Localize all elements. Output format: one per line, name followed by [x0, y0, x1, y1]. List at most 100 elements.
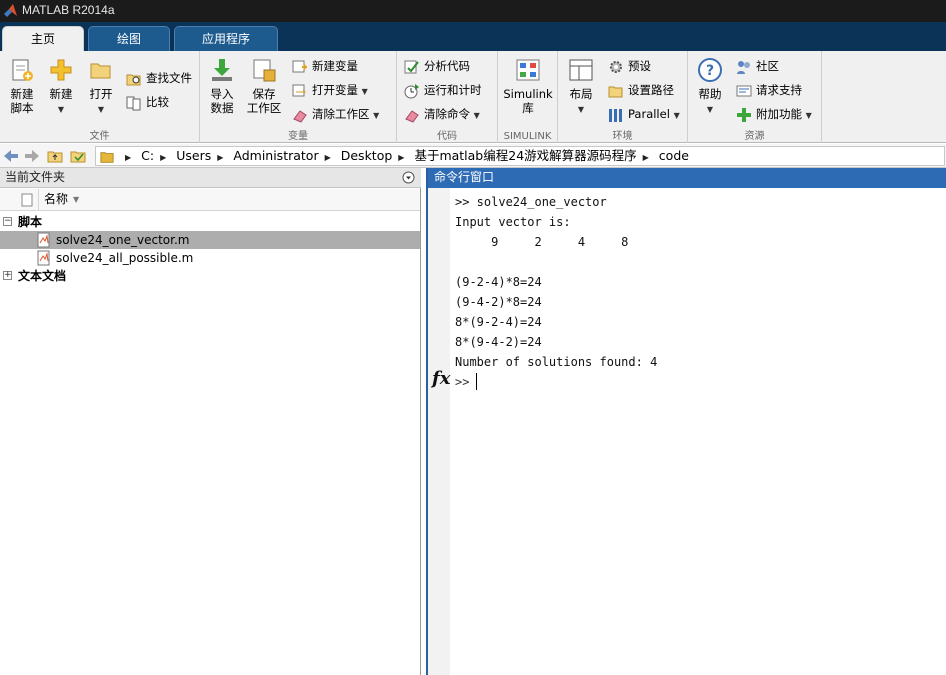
current-folder-panel: 当前文件夹 名称 ▼ − 脚本 solve24_one_vector.m sol…: [0, 168, 421, 675]
output-line: Input vector is:: [455, 215, 571, 229]
find-files-icon: [126, 74, 141, 85]
set-path-icon: [608, 86, 623, 97]
current-folder-header: 当前文件夹: [0, 168, 421, 188]
breadcrumb-separator-icon[interactable]: ▶: [640, 149, 652, 165]
clear-commands-label: 清除命令: [424, 107, 470, 121]
output-line: (9-4-2)*8=24: [455, 295, 542, 309]
back-arrow-icon[interactable]: [3, 148, 19, 164]
preferences-label: 预设: [628, 59, 651, 73]
request-support-label: 请求支持: [756, 83, 802, 97]
new-variable-label: 新建变量: [312, 59, 358, 73]
breadcrumb-separator-icon[interactable]: ▶: [157, 149, 169, 165]
breadcrumb[interactable]: ▶ C: ▶ Users ▶ Administrator ▶ Desktop ▶ 基于m…: [95, 146, 945, 166]
breadcrumb-separator-icon[interactable]: ▶: [214, 149, 226, 165]
output-line: 8*(9-2-4)=24: [455, 315, 542, 329]
clear-workspace-dropdown-icon[interactable]: ▼: [373, 111, 379, 120]
file-type-column-icon: [21, 193, 33, 207]
analyze-code-label: 分析代码: [424, 59, 470, 73]
browse-folder-icon[interactable]: [70, 148, 86, 164]
open-button[interactable]: 打开 ▼: [84, 57, 118, 117]
open-variable-dropdown-icon[interactable]: ▼: [362, 87, 368, 96]
parallel-dropdown-icon[interactable]: ▼: [674, 111, 680, 120]
ribbon: 新建 脚本 新建 ▼ 打开 ▼ 查找文件 比较 文件 导入 数据 保存 工作区 新建…: [0, 51, 946, 143]
add-ons-button[interactable]: 附加功能 ▼: [736, 104, 812, 124]
parallel-button[interactable]: Parallel ▼: [608, 104, 680, 124]
clear-workspace-button[interactable]: 清除工作区 ▼: [292, 104, 379, 124]
breadcrumb-separator-icon[interactable]: ▶: [322, 149, 334, 165]
ribbon-tab-bar: 主页 绘图 应用程序: [0, 22, 946, 51]
function-browser-fx-icon[interactable]: fx: [432, 368, 450, 389]
import-data-label: 导入 数据: [210, 87, 234, 115]
community-button[interactable]: 社区: [736, 56, 779, 76]
breadcrumb-separator-icon[interactable]: ▶: [122, 149, 134, 165]
new-variable-button[interactable]: 新建变量: [292, 56, 358, 76]
folder-icon: [100, 151, 114, 163]
simulink-group: Simulink 库 SIMULINK: [498, 51, 558, 143]
clear-commands-dropdown-icon[interactable]: ▼: [474, 111, 480, 120]
tree-group-scripts[interactable]: − 脚本: [0, 213, 420, 231]
breadcrumb-c[interactable]: C:: [138, 147, 157, 165]
command-window-title: 命令行窗口: [434, 170, 495, 184]
breadcrumb-administrator[interactable]: Administrator: [230, 147, 321, 165]
folder-open-icon: [90, 63, 111, 79]
text-cursor: [476, 373, 477, 390]
preferences-button[interactable]: 预设: [608, 56, 651, 76]
command-prompt[interactable]: >>: [455, 374, 469, 390]
forward-arrow-icon[interactable]: [24, 148, 40, 164]
compare-button[interactable]: 比较: [126, 92, 169, 112]
set-path-button[interactable]: 设置路径: [608, 80, 674, 100]
tab-plots[interactable]: 绘图: [88, 26, 170, 51]
breadcrumb-project-folder[interactable]: 基于matlab编程24游戏解算器源码程序: [411, 147, 639, 165]
run-and-time-button[interactable]: 运行和计时: [404, 80, 482, 100]
new-script-label: 新建 脚本: [10, 87, 34, 115]
compare-icon: [126, 96, 141, 110]
import-data-button[interactable]: 导入 数据: [206, 57, 238, 115]
breadcrumb-desktop[interactable]: Desktop: [338, 147, 396, 165]
clear-workspace-icon: [293, 109, 307, 123]
file-name: solve24_one_vector.m: [56, 233, 190, 247]
column-header[interactable]: 名称 ▼: [0, 189, 420, 211]
simulink-library-button[interactable]: Simulink 库: [502, 57, 554, 115]
add-ons-dropdown-icon[interactable]: ▼: [806, 111, 812, 120]
layout-button[interactable]: 布局 ▼: [564, 57, 598, 117]
file-group: 新建 脚本 新建 ▼ 打开 ▼ 查找文件 比较 文件: [0, 51, 200, 143]
command-window-panel: 命令行窗口 >> solve24_one_vector Input vector…: [426, 168, 946, 675]
help-dropdown-icon[interactable]: ▼: [707, 105, 713, 114]
tab-apps[interactable]: 应用程序: [174, 26, 278, 51]
open-variable-button[interactable]: 打开变量 ▼: [292, 80, 368, 100]
output-line: 9 2 4 8: [455, 235, 629, 249]
open-dropdown-icon[interactable]: ▼: [98, 105, 104, 114]
analyze-code-button[interactable]: 分析代码: [404, 56, 470, 76]
layout-dropdown-icon[interactable]: ▼: [578, 105, 584, 114]
file-item[interactable]: solve24_all_possible.m: [0, 249, 420, 267]
new-script-button[interactable]: 新建 脚本: [4, 57, 40, 115]
new-button[interactable]: 新建 ▼: [44, 57, 78, 117]
gear-icon: [610, 60, 622, 73]
collapse-icon[interactable]: −: [3, 217, 12, 226]
output-line: 8*(9-4-2)=24: [455, 335, 542, 349]
tree-group-label: 脚本: [18, 215, 43, 229]
breadcrumb-separator-icon[interactable]: ▶: [395, 149, 407, 165]
community-label: 社区: [756, 59, 779, 73]
breadcrumb-code[interactable]: code: [656, 147, 692, 165]
new-dropdown-icon[interactable]: ▼: [58, 105, 64, 114]
name-column-label[interactable]: 名称: [44, 189, 68, 210]
save-workspace-button[interactable]: 保存 工作区: [244, 57, 284, 115]
up-folder-icon[interactable]: [47, 148, 63, 164]
find-files-button[interactable]: 查找文件: [126, 68, 192, 88]
m-file-icon: [37, 232, 50, 248]
request-support-button[interactable]: 请求支持: [736, 80, 802, 100]
resources-group-label: 资源: [744, 131, 765, 142]
command-window-gutter: [428, 188, 450, 675]
tab-home[interactable]: 主页: [2, 26, 84, 51]
breadcrumb-users[interactable]: Users: [173, 147, 214, 165]
command-window-header: 命令行窗口: [428, 168, 946, 188]
output-line: Number of solutions found: 4: [455, 355, 658, 369]
panel-options-icon[interactable]: [402, 171, 415, 184]
file-item[interactable]: solve24_one_vector.m: [0, 231, 420, 249]
expand-icon[interactable]: +: [3, 271, 12, 280]
tree-group-text-documents[interactable]: + 文本文档: [0, 267, 420, 285]
help-button[interactable]: ? 帮助 ▼: [694, 57, 726, 117]
clear-commands-button[interactable]: 清除命令 ▼: [404, 104, 480, 124]
add-ons-label: 附加功能: [756, 107, 802, 121]
